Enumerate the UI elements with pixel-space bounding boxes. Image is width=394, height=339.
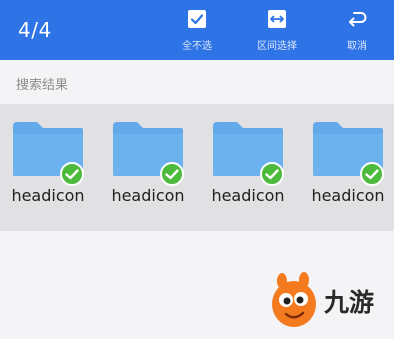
- selected-check-icon: [360, 162, 384, 186]
- result-item[interactable]: headicon: [111, 116, 197, 212]
- selected-check-icon: [60, 162, 84, 186]
- undo-arrow-icon: [349, 12, 367, 27]
- deselect-all-button[interactable]: 全不选: [157, 8, 237, 56]
- selection-toolbar: 4/4 全不选 区间选择 取消: [0, 0, 394, 60]
- section-title: 搜索结果: [16, 78, 69, 93]
- file-name: headicon: [111, 186, 185, 205]
- selected-check-icon: [160, 162, 184, 186]
- watermark-text: 九游: [324, 288, 375, 317]
- result-item[interactable]: headicon: [311, 116, 394, 212]
- file-name: headicon: [11, 186, 85, 205]
- results-grid: headicon headicon headicon headicon: [0, 104, 394, 231]
- range-select-button[interactable]: 区间选择: [237, 8, 317, 56]
- result-item[interactable]: headicon: [211, 116, 297, 212]
- file-name: headicon: [211, 186, 285, 205]
- mascot-logo-icon: [272, 272, 316, 327]
- result-item[interactable]: headicon: [11, 116, 97, 212]
- deselect-all-label: 全不选: [182, 41, 212, 52]
- selected-check-icon: [260, 162, 284, 186]
- checkbox-checked-icon: [188, 10, 206, 28]
- file-name: headicon: [311, 186, 385, 205]
- watermark: 九游: [268, 272, 388, 330]
- cancel-button[interactable]: 取消: [317, 8, 394, 56]
- range-select-icon: [268, 10, 286, 28]
- range-select-label: 区间选择: [257, 41, 297, 52]
- selection-count: 4/4: [18, 18, 52, 42]
- cancel-label: 取消: [347, 41, 367, 52]
